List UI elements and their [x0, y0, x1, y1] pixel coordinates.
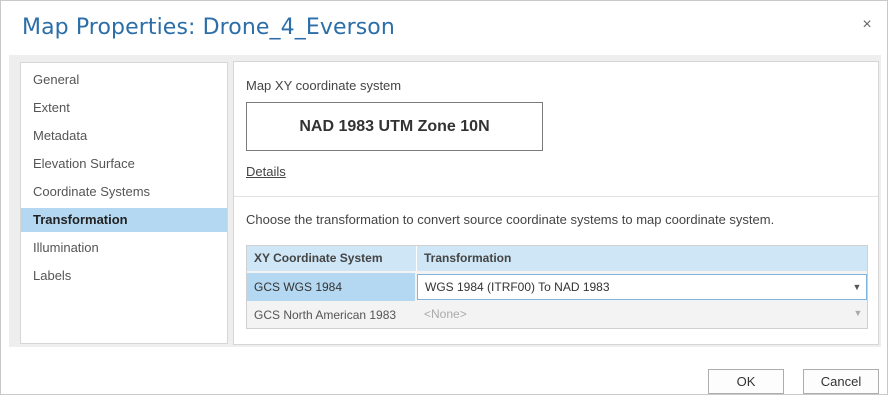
map-properties-dialog: Map Properties: Drone_4_Everson × Genera…: [0, 0, 888, 395]
sidebar-item-extent[interactable]: Extent: [21, 96, 227, 120]
details-link[interactable]: Details: [246, 164, 286, 179]
sidebar-item-general[interactable]: General: [21, 68, 227, 92]
map-xy-label: Map XY coordinate system: [246, 78, 402, 93]
sidebar-item-metadata[interactable]: Metadata: [21, 124, 227, 148]
sidebar-item-illumination[interactable]: Illumination: [21, 236, 227, 260]
dialog-title: Map Properties: Drone_4_Everson: [22, 15, 395, 40]
transformation-value: WGS 1984 (ITRF00) To NAD 1983: [425, 280, 610, 294]
cancel-button[interactable]: Cancel: [803, 369, 879, 394]
transformation-select[interactable]: WGS 1984 (ITRF00) To NAD 1983 ▼: [417, 274, 867, 300]
sidebar-item-labels[interactable]: Labels: [21, 264, 227, 288]
current-coordinate-system: NAD 1983 UTM Zone 10N: [246, 102, 543, 151]
column-header-transformation[interactable]: Transformation: [417, 246, 867, 271]
sidebar-item-coordinate-systems[interactable]: Coordinate Systems: [21, 180, 227, 204]
column-header-xy-system[interactable]: XY Coordinate System: [247, 246, 417, 271]
transformation-panel: Map XY coordinate system NAD 1983 UTM Zo…: [233, 61, 879, 345]
sidebar-nav: General Extent Metadata Elevation Surfac…: [20, 62, 228, 344]
transformation-select-disabled: <None> ▼: [417, 301, 867, 327]
table-row-system[interactable]: GCS WGS 1984: [247, 273, 415, 301]
sidebar-item-transformation[interactable]: Transformation: [21, 208, 227, 232]
instruction-text: Choose the transformation to convert sou…: [246, 212, 775, 227]
transformation-grid: XY Coordinate System Transformation GCS …: [246, 245, 868, 329]
current-crs-name: NAD 1983 UTM Zone 10N: [299, 117, 490, 135]
dialog-body: General Extent Metadata Elevation Surfac…: [9, 55, 881, 347]
close-icon[interactable]: ×: [859, 17, 875, 33]
sidebar-item-elevation-surface[interactable]: Elevation Surface: [21, 152, 227, 176]
chevron-down-icon[interactable]: ▼: [852, 281, 862, 293]
ok-button[interactable]: OK: [708, 369, 784, 394]
divider: [234, 196, 878, 197]
chevron-down-icon: ▼: [853, 308, 863, 318]
table-row-system[interactable]: GCS North American 1983: [247, 301, 415, 329]
transformation-value: <None>: [424, 307, 467, 321]
